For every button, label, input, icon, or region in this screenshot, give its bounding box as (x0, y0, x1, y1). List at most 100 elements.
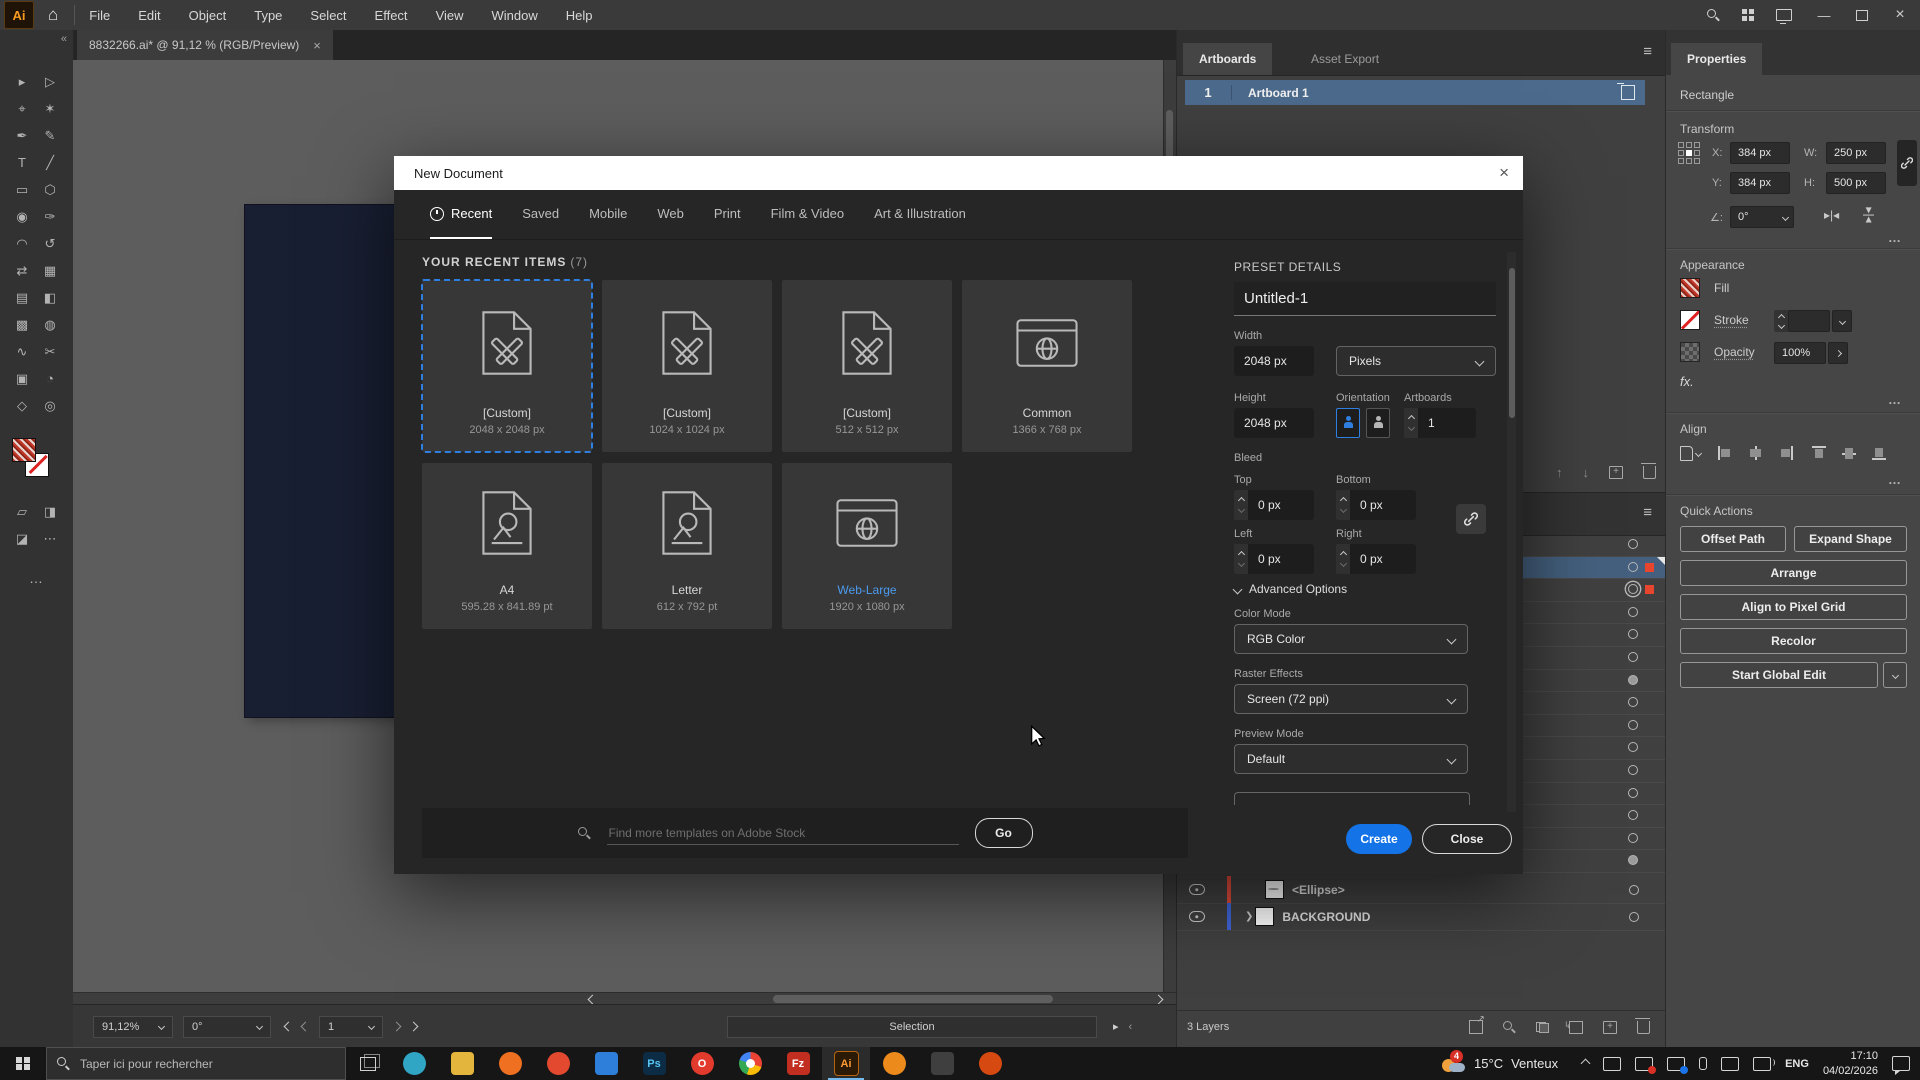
tool-icon[interactable]: ▸ (8, 68, 36, 95)
close-tab-icon[interactable]: × (313, 38, 321, 53)
document-name-field[interactable] (1234, 282, 1496, 316)
dialog-close-icon[interactable]: × (1499, 163, 1509, 183)
layer-target-icon[interactable] (1628, 742, 1638, 752)
menu-item[interactable]: File (89, 8, 110, 23)
stroke-label[interactable]: Stroke (1714, 313, 1749, 327)
task-view-button[interactable] (346, 1047, 390, 1080)
layer-target-icon[interactable] (1628, 855, 1638, 865)
align-top-icon[interactable] (1812, 446, 1827, 460)
collapse-panel-icon[interactable]: « (61, 33, 67, 45)
fill-color-swatch[interactable] (1680, 278, 1700, 298)
preset-card[interactable]: [Custom] 1024 x 1024 px (602, 280, 772, 452)
delete-layer-icon[interactable] (1637, 1021, 1650, 1034)
stroke-weight-field[interactable] (1788, 310, 1830, 332)
close-window-button[interactable]: × (1890, 6, 1910, 24)
taskbar-clock[interactable]: 17:10 04/02/2026 (1823, 1049, 1878, 1079)
document-tab[interactable]: 8832266.ai* @ 91,12 % (RGB/Preview) × (77, 30, 333, 60)
stroke-color-swatch[interactable] (1680, 310, 1700, 330)
opacity-swatch[interactable] (1680, 342, 1700, 362)
volume-icon[interactable] (1753, 1057, 1771, 1071)
bleed-left-field[interactable] (1248, 544, 1314, 574)
minimize-button[interactable]: — (1814, 8, 1834, 23)
preview-mode-dropdown[interactable]: Default (1234, 744, 1468, 774)
new-sublayer-icon[interactable] (1569, 1021, 1583, 1034)
tool-icon[interactable]: ◠ (8, 230, 36, 257)
advanced-options-toggle[interactable]: Advanced Options (1234, 582, 1347, 596)
taskbar-app[interactable] (582, 1047, 630, 1080)
layer-target-icon[interactable] (1628, 833, 1638, 843)
align-center-icon[interactable] (1748, 446, 1763, 460)
tool-icon[interactable]: ✒ (8, 122, 36, 149)
screen-clip-icon[interactable] (1603, 1057, 1621, 1071)
taskbar-app[interactable] (726, 1047, 774, 1080)
tool-icon[interactable]: ◎ (36, 392, 64, 419)
width-field[interactable] (1234, 346, 1314, 376)
height-field[interactable] (1234, 408, 1314, 438)
layer-row-background[interactable]: ❯ BACKGROUND (1177, 903, 1666, 931)
h-field[interactable]: 500 px (1826, 172, 1886, 194)
preset-card[interactable]: Common 1366 x 768 px (962, 280, 1132, 452)
layer-target-icon[interactable] (1628, 675, 1638, 685)
tool-icon[interactable]: ↺ (36, 230, 64, 257)
tool-icon[interactable]: ⌖ (8, 95, 36, 122)
tab-properties[interactable]: Properties (1671, 43, 1762, 75)
microphone-icon[interactable] (1699, 1057, 1707, 1070)
dialog-tab[interactable]: Mobile (589, 190, 627, 239)
tool-icon[interactable]: ◇ (8, 392, 36, 419)
align-right-icon[interactable] (1778, 446, 1793, 460)
menu-item[interactable]: Object (189, 8, 227, 23)
tool-icon[interactable]: ✎ (36, 122, 64, 149)
cloud-error-icon[interactable] (1635, 1057, 1653, 1071)
taskbar-app[interactable] (918, 1047, 966, 1080)
illustrator-logo[interactable]: Ai (4, 1, 34, 29)
y-field[interactable]: 384 px (1730, 172, 1790, 194)
layer-target-icon[interactable] (1628, 720, 1638, 730)
taskbar-app[interactable] (534, 1047, 582, 1080)
menu-item[interactable]: Type (254, 8, 282, 23)
tool-icon[interactable]: T (8, 149, 36, 176)
layer-target-icon[interactable] (1628, 765, 1638, 775)
landscape-orientation-button[interactable] (1366, 408, 1390, 438)
bleed-bottom-stepper[interactable] (1336, 490, 1350, 520)
tool-icon[interactable]: ▣ (8, 365, 36, 392)
horizontal-scroll-thumb[interactable] (773, 995, 1053, 1003)
bleed-left-stepper[interactable] (1234, 544, 1248, 574)
recolor-button[interactable]: Recolor (1680, 628, 1907, 654)
raster-effects-dropdown[interactable]: Screen (72 ppi) (1234, 684, 1468, 714)
preset-card[interactable]: Letter 612 x 792 pt (602, 463, 772, 629)
toolbar-mode-icon[interactable]: ▱ (8, 498, 36, 525)
tool-icon[interactable]: ▭ (8, 176, 36, 203)
bleed-top-field[interactable] (1248, 490, 1314, 520)
maximize-button[interactable] (1856, 10, 1868, 21)
zoom-level-select[interactable]: 91,12% (93, 1016, 173, 1038)
bleed-top-stepper[interactable] (1234, 490, 1248, 520)
menu-item[interactable]: View (436, 8, 464, 23)
tray-expand-icon[interactable] (1581, 1059, 1591, 1069)
x-field[interactable]: 384 px (1730, 142, 1790, 164)
tool-icon[interactable]: ╱ (36, 149, 64, 176)
previous-artboard-icon[interactable] (301, 1022, 311, 1032)
menu-item[interactable]: Window (492, 8, 538, 23)
units-dropdown[interactable]: Pixels (1336, 346, 1496, 376)
artboards-stepper[interactable] (1404, 408, 1418, 438)
more-tools-icon[interactable]: … (0, 570, 73, 586)
fx-icon[interactable]: fx. (1680, 374, 1694, 389)
close-button[interactable]: Close (1422, 824, 1512, 854)
visibility-eye-icon[interactable] (1189, 911, 1205, 922)
dialog-tab[interactable]: Recent (430, 190, 492, 239)
move-up-icon[interactable]: ↑ (1556, 465, 1563, 480)
delete-artboard-icon[interactable] (1643, 466, 1656, 479)
taskbar-app[interactable]: Fz (774, 1047, 822, 1080)
layer-row-ellipse[interactable]: <Ellipse> (1177, 876, 1666, 904)
taskbar-search[interactable]: Taper ici pour rechercher (46, 1047, 346, 1080)
toolbar-mode-icon[interactable]: ◨ (36, 498, 64, 525)
layers-menu-icon[interactable]: ≡ (1643, 505, 1652, 520)
global-edit-options-icon[interactable] (1883, 662, 1907, 688)
menu-item[interactable]: Effect (375, 8, 408, 23)
tool-icon[interactable]: ✂ (36, 338, 64, 365)
tool-icon[interactable]: ◉ (8, 203, 36, 230)
new-layer-icon[interactable] (1603, 1021, 1617, 1034)
tool-icon[interactable]: ▤ (8, 284, 36, 311)
start-button[interactable] (0, 1047, 46, 1080)
taskbar-app[interactable]: Ai (822, 1047, 870, 1080)
